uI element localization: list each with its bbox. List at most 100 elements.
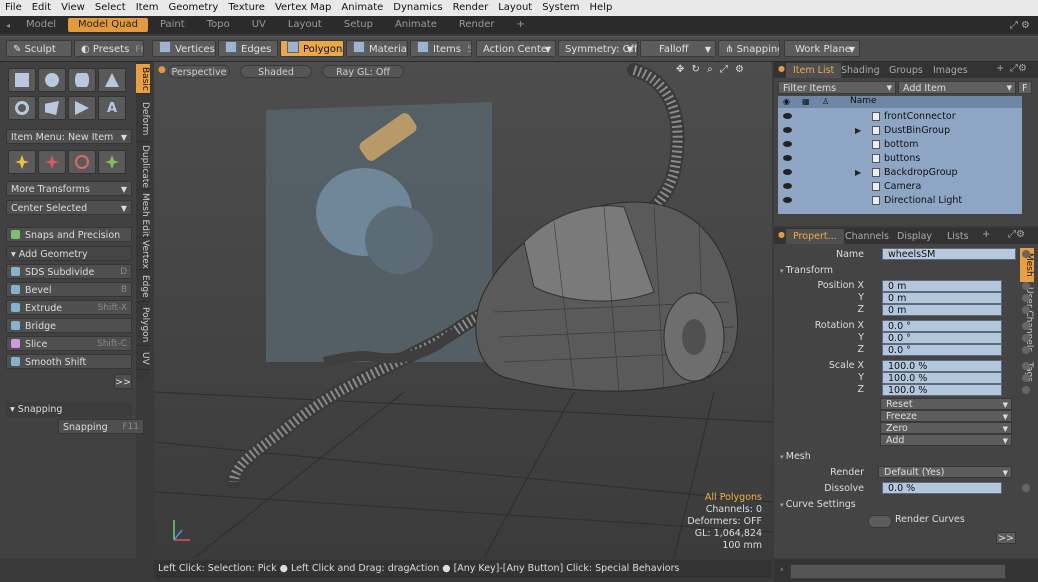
side-tab-edge[interactable]: Edge bbox=[136, 272, 150, 302]
name-field[interactable]: wheelsSM bbox=[882, 248, 1016, 260]
item-row[interactable]: Camera bbox=[778, 180, 1022, 193]
expand-triangle-icon[interactable]: ▶ bbox=[855, 124, 861, 137]
reset-dropdown[interactable]: Reset ▼ bbox=[880, 398, 1012, 410]
menu-item-render[interactable]: Render bbox=[448, 0, 494, 16]
zero-dropdown[interactable]: Zero ▼ bbox=[880, 422, 1012, 434]
animate-dot-icon[interactable] bbox=[1022, 322, 1030, 330]
menu-item-layout[interactable]: Layout bbox=[493, 0, 537, 16]
layout-tab-render[interactable]: Render bbox=[449, 18, 505, 32]
extrude-button[interactable]: Extrude Shift-X bbox=[6, 300, 132, 315]
panel-options-icon[interactable]: ⤢⚙ bbox=[1008, 229, 1025, 240]
layout-tab-model-quad[interactable]: Model Quad bbox=[68, 18, 148, 32]
animate-dot-icon[interactable] bbox=[1022, 362, 1030, 370]
viewport-menu-icon[interactable]: ● bbox=[158, 65, 166, 75]
work-plane-dropdown[interactable]: Work Plane ▼ bbox=[784, 40, 860, 57]
menu-item-dynamics[interactable]: Dynamics bbox=[388, 0, 447, 16]
tab-channels[interactable]: Channels bbox=[838, 229, 896, 244]
menu-item-geometry[interactable]: Geometry bbox=[163, 0, 223, 16]
menu-item-vertex-map[interactable]: Vertex Map bbox=[270, 0, 336, 16]
polygons-mode-button[interactable]: Polygons bbox=[280, 40, 344, 57]
tab-lists[interactable]: Lists bbox=[940, 229, 976, 244]
menu-item-animate[interactable]: Animate bbox=[336, 0, 388, 16]
menu-item-edit[interactable]: Edit bbox=[27, 0, 56, 16]
side-tab-duplicate[interactable]: Duplicate bbox=[136, 144, 150, 190]
animate-dot-icon[interactable] bbox=[1022, 374, 1030, 382]
scale-tool-button[interactable] bbox=[68, 150, 96, 174]
expand-triangle-icon[interactable]: ▶ bbox=[855, 166, 861, 179]
scale-y-field[interactable]: 100.0 % bbox=[882, 372, 1002, 384]
add-tab-icon[interactable]: + bbox=[996, 63, 1004, 74]
side-tab-deform[interactable]: Deform bbox=[136, 96, 150, 142]
items-mode-button[interactable]: Items5 bbox=[410, 40, 472, 57]
menu-item-file[interactable]: File bbox=[0, 0, 27, 16]
item-row[interactable]: ▶ DustBinGroup bbox=[778, 124, 1022, 137]
cylinder-tool-button[interactable] bbox=[68, 68, 96, 92]
snaps-precision-button[interactable]: Snaps and Precision bbox=[6, 227, 132, 242]
sphere-tool-button[interactable] bbox=[38, 68, 66, 92]
animate-dot-icon[interactable] bbox=[1022, 386, 1030, 394]
raygl-button[interactable]: Ray GL: Off bbox=[322, 65, 404, 78]
rotation-x-field[interactable]: 0.0 ° bbox=[882, 320, 1002, 332]
bridge-button[interactable]: Bridge bbox=[6, 318, 132, 333]
rotation-z-field[interactable]: 0.0 ° bbox=[882, 344, 1002, 356]
materials-mode-button[interactable]: Materials bbox=[346, 40, 408, 57]
menu-item-help[interactable]: Help bbox=[585, 0, 618, 16]
more-transforms-dropdown[interactable]: More Transforms ▼ bbox=[6, 181, 132, 196]
animate-dot-icon[interactable] bbox=[1022, 306, 1030, 314]
dissolve-field[interactable]: 0.0 % bbox=[882, 482, 1002, 494]
filter-items-dropdown[interactable]: Filter Items ▼ bbox=[778, 81, 896, 94]
menu-item-view[interactable]: View bbox=[56, 0, 90, 16]
eye-icon[interactable] bbox=[783, 197, 792, 203]
menu-item-select[interactable]: Select bbox=[90, 0, 131, 16]
snapping-button[interactable]: ⋔ Snapping bbox=[718, 40, 780, 57]
side-tab-basic[interactable]: Basic bbox=[136, 64, 150, 94]
tab-properties[interactable]: Propert... bbox=[786, 229, 844, 244]
3d-viewport[interactable]: ● Perspective Shaded Ray GL: Off ✥ ↻ ⌕ ⤢… bbox=[154, 62, 772, 558]
torus-tool-button[interactable] bbox=[8, 96, 36, 120]
layout-tab--[interactable]: + bbox=[506, 18, 534, 32]
edges-mode-button[interactable]: Edges2 bbox=[218, 40, 278, 57]
animate-dot-icon[interactable] bbox=[1022, 484, 1030, 492]
animate-dot-icon[interactable] bbox=[1022, 250, 1030, 258]
add-geometry-header[interactable]: ▾ Add Geometry bbox=[6, 246, 132, 261]
tab-shading[interactable]: Shading bbox=[834, 63, 887, 78]
viewport-nav-icons[interactable]: ✥ ↻ ⌕ ⤢ ⚙ bbox=[676, 64, 746, 75]
tab-item-list[interactable]: Item List bbox=[786, 63, 842, 78]
side-tab-vertex[interactable]: Vertex bbox=[136, 240, 150, 270]
eye-icon[interactable] bbox=[783, 141, 792, 147]
position-y-field[interactable]: 0 m bbox=[882, 292, 1002, 304]
layout-tab-layout[interactable]: Layout bbox=[278, 18, 332, 32]
transform-tool-button[interactable] bbox=[98, 150, 126, 174]
symmetry-dropdown[interactable]: Symmetry: Off ▼ bbox=[558, 40, 638, 57]
view-type-button[interactable]: Perspective bbox=[168, 65, 230, 78]
animate-dot-icon[interactable] bbox=[1022, 282, 1030, 290]
rotation-y-field[interactable]: 0.0 ° bbox=[882, 332, 1002, 344]
layout-tab-animate[interactable]: Animate bbox=[385, 18, 447, 32]
smooth-shift-button[interactable]: Smooth Shift bbox=[6, 354, 132, 369]
item-row[interactable]: Directional Light bbox=[778, 194, 1022, 207]
action-center-dropdown[interactable]: Action Center ▼ bbox=[476, 40, 556, 57]
animate-dot-icon[interactable] bbox=[1022, 346, 1030, 354]
item-row[interactable]: frontConnector bbox=[778, 110, 1022, 123]
move-tool-button[interactable] bbox=[8, 150, 36, 174]
item-row[interactable]: ▶ BackdropGroup bbox=[778, 166, 1022, 179]
position-x-field[interactable]: 0 m bbox=[882, 280, 1002, 292]
side-tab-uv[interactable]: UV bbox=[136, 348, 150, 370]
vertices-mode-button[interactable]: Vertices1 bbox=[152, 40, 216, 57]
layout-options-icon[interactable]: ⤢ ⚙ bbox=[1010, 20, 1030, 31]
side-tab-mesh-edit[interactable]: Mesh Edit bbox=[136, 192, 150, 238]
render-dropdown[interactable]: Default (Yes) ▼ bbox=[878, 466, 1012, 478]
sculpt-button[interactable]: ✎ Sculpt bbox=[6, 40, 72, 57]
layout-tab-topo[interactable]: Topo bbox=[197, 18, 240, 32]
cube-tool-button[interactable] bbox=[8, 68, 36, 92]
transform-section[interactable]: Transform bbox=[780, 264, 833, 277]
layout-tab-uv[interactable]: UV bbox=[242, 18, 276, 32]
tab-groups[interactable]: Groups bbox=[882, 63, 930, 78]
eye-icon[interactable] bbox=[783, 183, 792, 189]
eye-icon[interactable] bbox=[783, 113, 792, 119]
menu-item-texture[interactable]: Texture bbox=[223, 0, 270, 16]
snapping-section-header[interactable]: ▾ Snapping bbox=[6, 402, 132, 417]
panel-menu-icon[interactable]: ● bbox=[778, 230, 785, 239]
item-row[interactable]: bottom bbox=[778, 138, 1022, 151]
add-item-dropdown[interactable]: Add Item ▼ bbox=[898, 81, 1016, 94]
